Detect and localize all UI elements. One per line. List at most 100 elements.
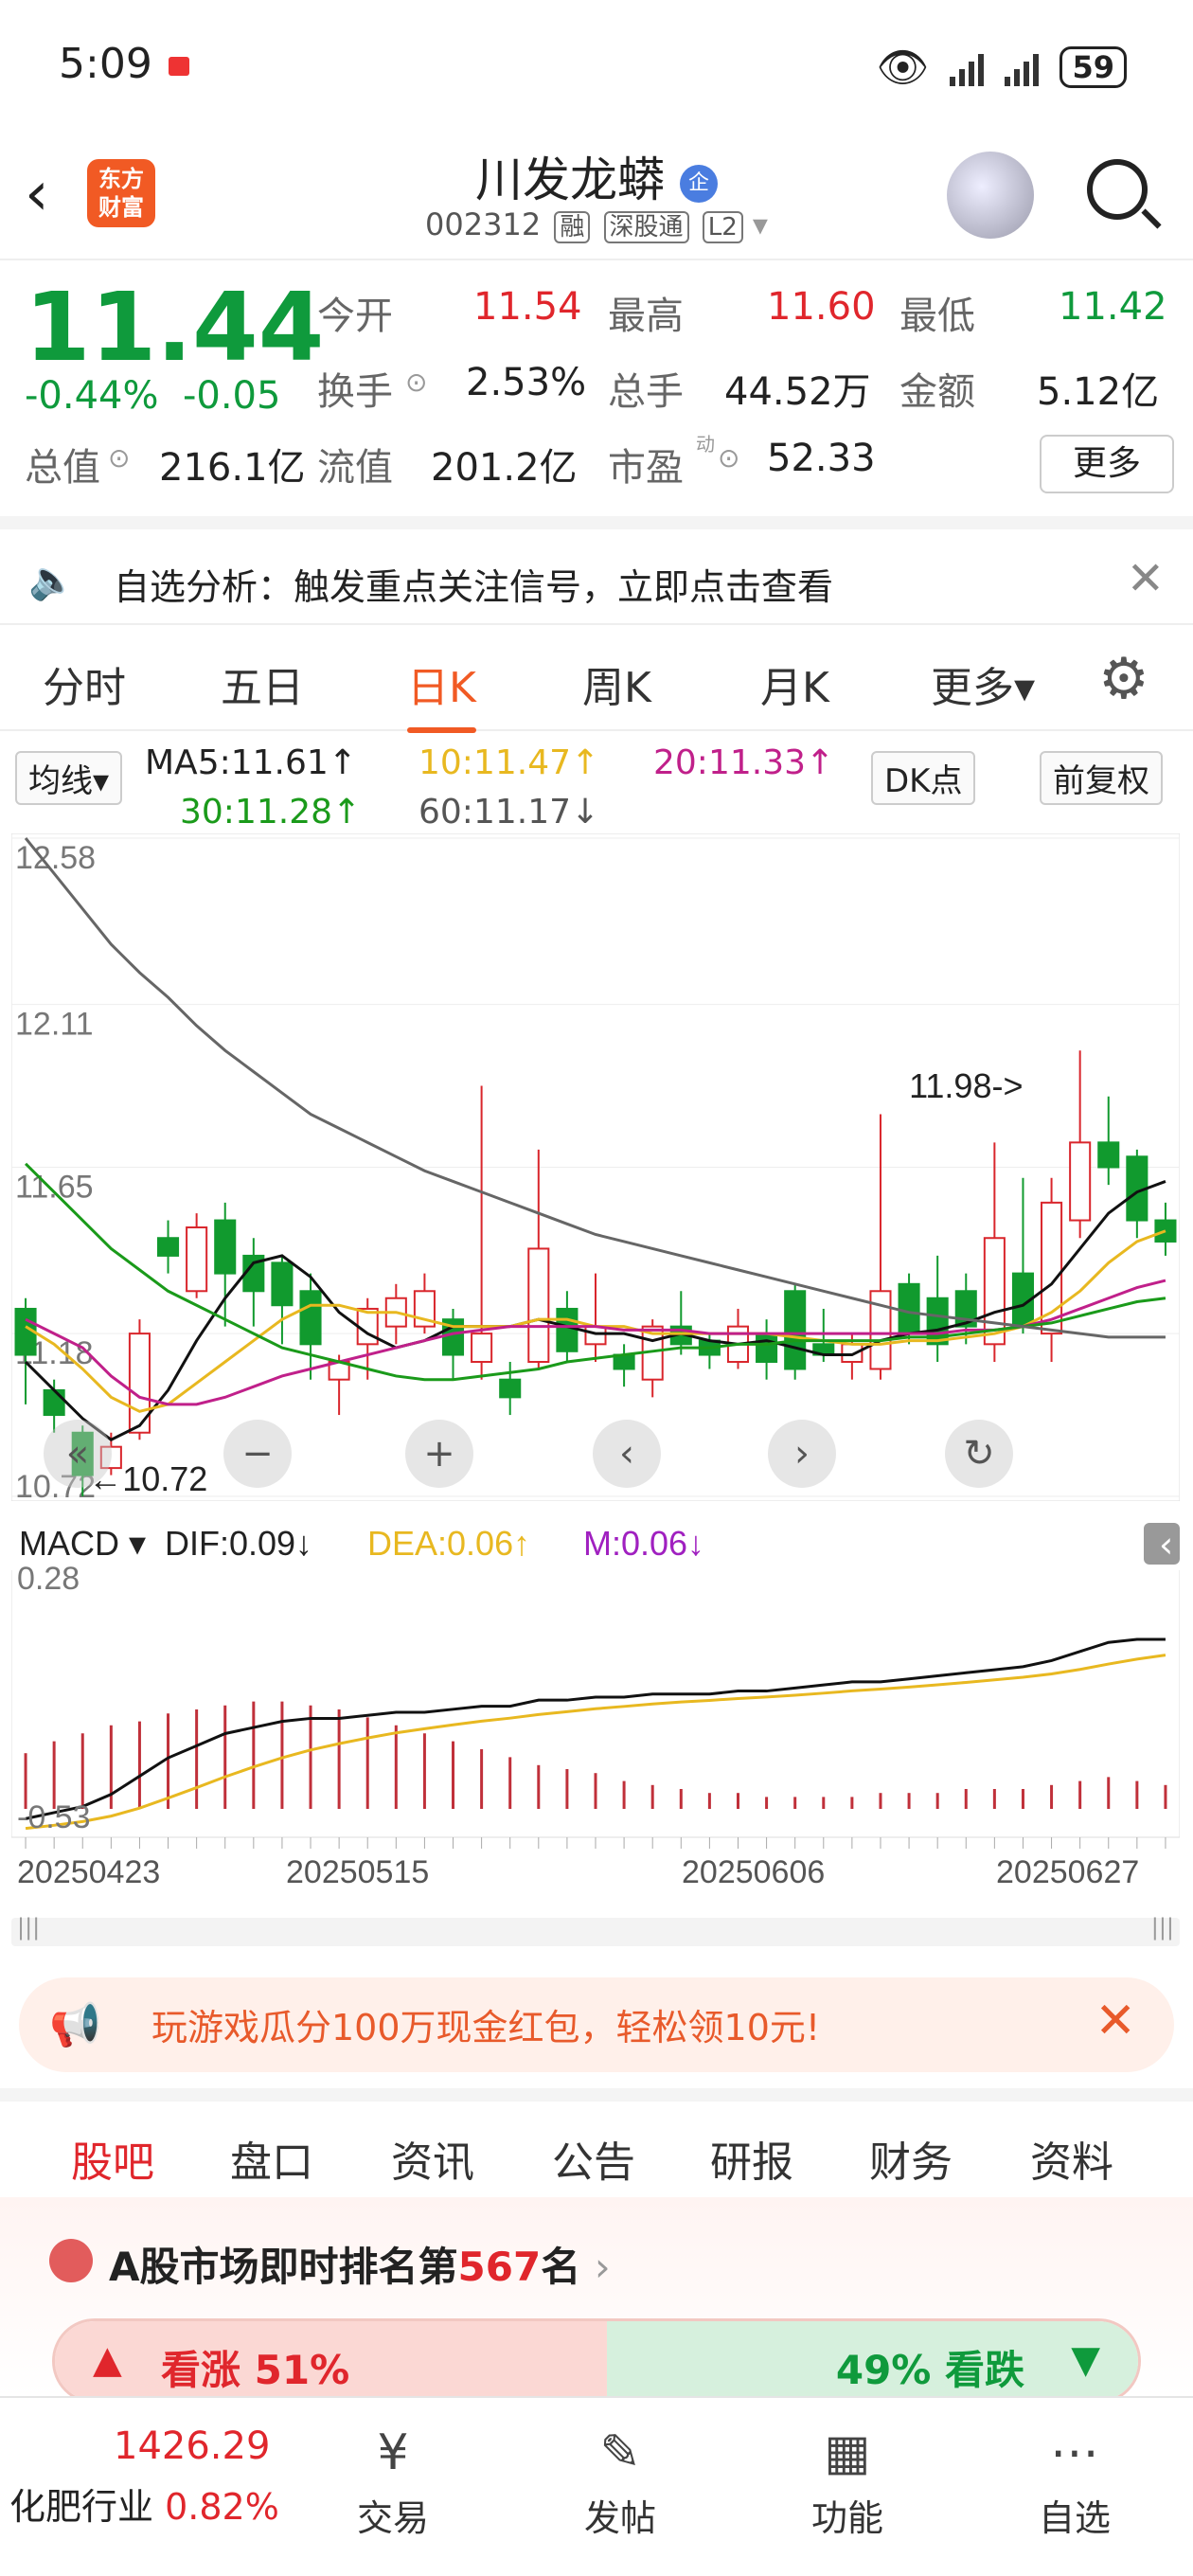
chart-control-icon: + (423, 1432, 455, 1476)
chart-control-icon: − (241, 1432, 274, 1476)
ma10-label: 10:11.47↑ (418, 743, 600, 782)
x-tick-label: 20250606 (682, 1854, 825, 1885)
ma30-label: 30:11.28↑ (180, 793, 362, 832)
gear-icon[interactable]: ⚙ (1098, 646, 1149, 712)
high-label: 最高 (608, 295, 684, 338)
chart-control-icon: « (66, 1432, 89, 1476)
pe-label: 市盈 (608, 446, 684, 490)
high-annotation: 11.98-> (909, 1066, 1023, 1105)
pe-value: 52.33 (767, 437, 876, 480)
tab-announcements[interactable]: 公告 (552, 2128, 635, 2189)
candle-body (784, 1290, 807, 1370)
nav-watchlist-label: 自选 (1038, 2497, 1111, 2539)
candle-body (499, 1378, 522, 1399)
turnover-label: 换手 (317, 370, 393, 414)
candle-body (157, 1237, 180, 1257)
notification-icon (169, 57, 189, 76)
tag-connect: 深股通 (603, 211, 689, 243)
tab-5day[interactable]: 五日 (221, 653, 304, 714)
nav-trade[interactable]: ¥ 交易 (308, 2417, 478, 2541)
edit-icon: ✎ (599, 2424, 641, 2481)
tab-forum[interactable]: 股吧 (71, 2128, 154, 2209)
candle-body (1041, 1201, 1063, 1335)
slider-handle-right[interactable]: ||| (1151, 1914, 1174, 1941)
tag-margin: 融 (554, 211, 591, 243)
tab-daily-k[interactable]: 日K (407, 653, 476, 733)
stock-code: 002312 (425, 206, 542, 242)
bottom-nav: 1426.29 化肥行业 0.82% ¥ 交易 ✎ 发帖 ▦ 功能 ⋯ 自选 (0, 2396, 1193, 2576)
volume-label: 总手 (608, 370, 684, 414)
y-tick-label: 0.28 (17, 1561, 80, 1597)
tab-profile[interactable]: 资料 (1030, 2128, 1113, 2189)
alert-banner[interactable]: 🔈 自选分析：触发重点关注信号，立即点击查看 ✕ (0, 516, 1193, 625)
m-label: M:0.06↓ (583, 1524, 704, 1563)
ranking-suffix: 名 (541, 2244, 581, 2290)
macd-chart[interactable]: MACD ▾ DIF:0.09↓ DEA:0.06↑ M:0.06↓ ‹ 0.28 -0.5… (10, 1514, 1181, 1890)
ranking-prefix: A股市场即时排名第 (109, 2244, 458, 2290)
signal-icon-2 (1005, 48, 1040, 86)
megaphone-icon: 📢 (49, 2001, 101, 2049)
nav-post[interactable]: ✎ 发帖 (535, 2417, 705, 2541)
tab-weekly-k[interactable]: 周K (582, 653, 651, 714)
current-price: 11.44 (25, 272, 325, 383)
tab-finance[interactable]: 财务 (869, 2128, 953, 2189)
dif-label: DIF:0.09↓ (165, 1524, 312, 1563)
change-pct: -0.44% (25, 374, 159, 418)
candle-body (898, 1282, 920, 1335)
y-tick-label: 12.11 (15, 1007, 94, 1043)
y-tick-label: 12.58 (15, 840, 96, 876)
macd-selector: MACD ▾ (19, 1524, 146, 1563)
high-value: 11.60 (767, 285, 876, 329)
search-icon[interactable] (1087, 159, 1148, 220)
info-icon[interactable]: ⊙ (405, 367, 427, 398)
industry-name: 化肥行业 (9, 2486, 154, 2528)
tab-monthly-k[interactable]: 月K (760, 653, 829, 714)
slider-handle-left[interactable]: ||| (17, 1914, 40, 1941)
tab-orderbook[interactable]: 盘口 (230, 2128, 313, 2189)
low-label: 最低 (899, 295, 975, 338)
alert-text: 自选分析：触发重点关注信号，立即点击查看 (114, 566, 834, 608)
amount-label: 金额 (899, 370, 975, 414)
nav-watchlist[interactable]: ⋯ 自选 (989, 2417, 1160, 2541)
y-tick-label: -0.53 (17, 1799, 91, 1835)
dk-point-button[interactable]: DK点 (871, 751, 976, 805)
indicator-selector[interactable]: 均线▾ (15, 751, 123, 805)
close-icon[interactable]: ✕ (1127, 552, 1165, 605)
info-icon[interactable]: ⊙ (108, 442, 130, 474)
candle-body (756, 1333, 778, 1364)
nav-trade-label: 交易 (356, 2497, 429, 2539)
industry-index[interactable]: 1426.29 化肥行业 0.82% (9, 2424, 294, 2530)
sentiment-bar: ▲ 看涨 51% 49% 看跌 ▼ (52, 2318, 1141, 2404)
bullish-label: 看涨 51% (161, 2347, 350, 2393)
chart-control-icon: ‹ (619, 1432, 634, 1476)
nav-functions[interactable]: ▦ 功能 (762, 2417, 933, 2541)
kline-svg: 12.5812.1111.6511.1810.7211.98->←10.72« −… (10, 832, 1181, 1505)
ma5-label: MA5:11.61↑ (145, 743, 357, 782)
down-arrow-icon: ▼ (1071, 2338, 1100, 2382)
kline-chart[interactable]: 12.58 12.11 11.65 11.18 10.72 11.98-> ←10.72 «−… (10, 832, 1181, 1505)
price-change: -0.44% -0.05 (25, 374, 280, 418)
more-button[interactable]: 更多 (1040, 435, 1174, 493)
change-abs: -0.05 (182, 374, 281, 418)
range-slider[interactable]: ||| ||| (11, 1914, 1180, 1946)
stock-header: ‹ 东方 财富 川发龙蟒 企 002312 融 深股通 L2 ▾ (0, 133, 1193, 260)
chart-control-icon: ↻ (963, 1432, 995, 1476)
float-value: 201.2亿 (431, 446, 578, 490)
tab-news[interactable]: 资讯 (391, 2128, 474, 2189)
collapse-icon: ‹ (1159, 1524, 1173, 1565)
close-icon[interactable]: ✕ (1095, 1993, 1136, 2049)
tab-intraday[interactable]: 分时 (43, 653, 126, 714)
mktcap-value: 216.1亿 (159, 446, 306, 490)
market-ranking[interactable]: A股市场即时排名第567名 › ▲ 看涨 51% 49% 看跌 ▼ (0, 2197, 1193, 2404)
promo-banner[interactable]: 📢 玩游戏瓜分100万现金红包，轻松领10元! ✕ (19, 1977, 1174, 2072)
status-time: 5:09 (59, 40, 152, 88)
volume-value: 44.52万 (724, 370, 871, 414)
tab-more[interactable]: 更多▾ (931, 653, 1035, 714)
info-icon[interactable]: ⊙ (718, 442, 739, 474)
tab-research[interactable]: 研报 (710, 2128, 793, 2189)
adjust-button[interactable]: 前复权 (1040, 751, 1163, 805)
candle-body (584, 1325, 607, 1346)
low-value: 11.42 (1059, 285, 1167, 329)
candle-body (356, 1307, 379, 1346)
robot-assistant-icon[interactable] (947, 152, 1034, 239)
